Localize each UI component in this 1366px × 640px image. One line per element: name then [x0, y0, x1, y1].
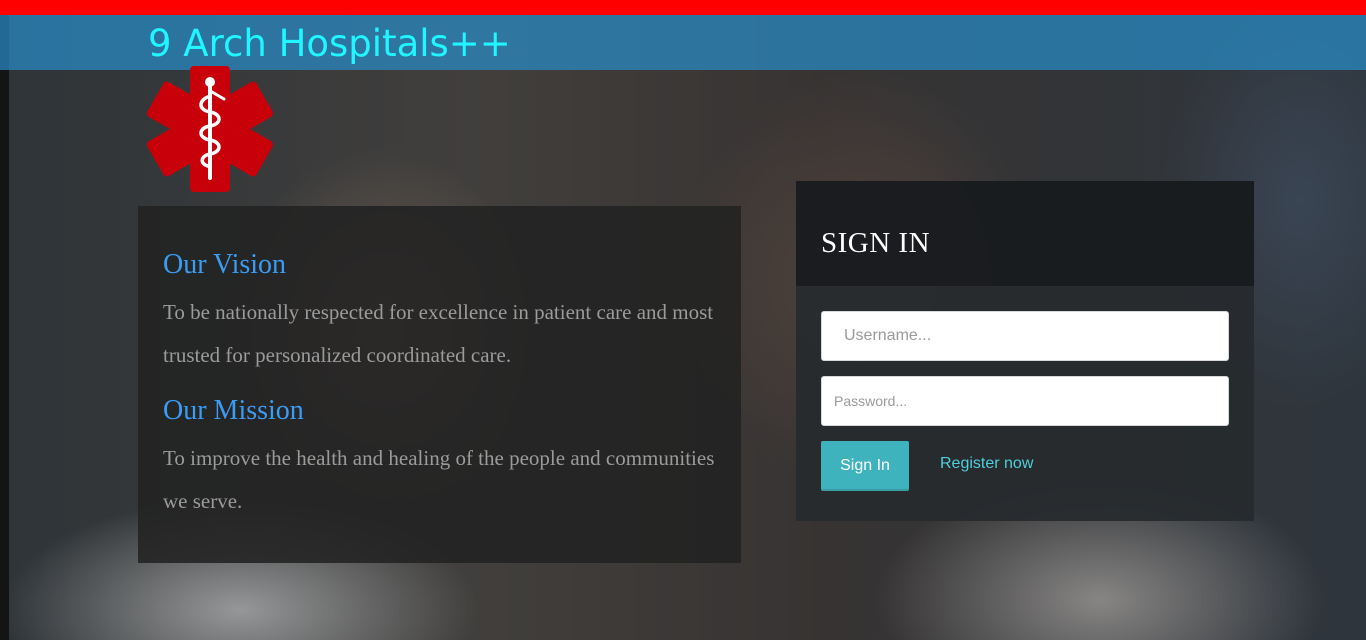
- signin-panel: SIGN IN Sign In Register now: [796, 181, 1254, 521]
- signin-title: SIGN IN: [821, 227, 931, 259]
- signin-header: SIGN IN: [796, 181, 1254, 286]
- vision-text: To be nationally respected for excellenc…: [163, 300, 714, 367]
- register-link[interactable]: Register now: [940, 455, 1033, 473]
- sign-in-button[interactable]: Sign In: [821, 441, 909, 491]
- site-brand[interactable]: 9 Arch Hospitals++: [148, 18, 511, 70]
- mission-heading: Our Mission: [163, 395, 304, 426]
- vision-heading: Our Vision: [163, 249, 287, 280]
- star-of-life-icon: [146, 66, 274, 192]
- top-accent-bar: [0, 0, 1366, 15]
- left-edge-strip: [0, 15, 9, 640]
- about-panel: Our Vision To be nationally respected fo…: [138, 206, 741, 563]
- password-input[interactable]: [821, 376, 1229, 426]
- mission-text: To improve the health and healing of the…: [163, 446, 715, 513]
- username-input[interactable]: [821, 311, 1229, 361]
